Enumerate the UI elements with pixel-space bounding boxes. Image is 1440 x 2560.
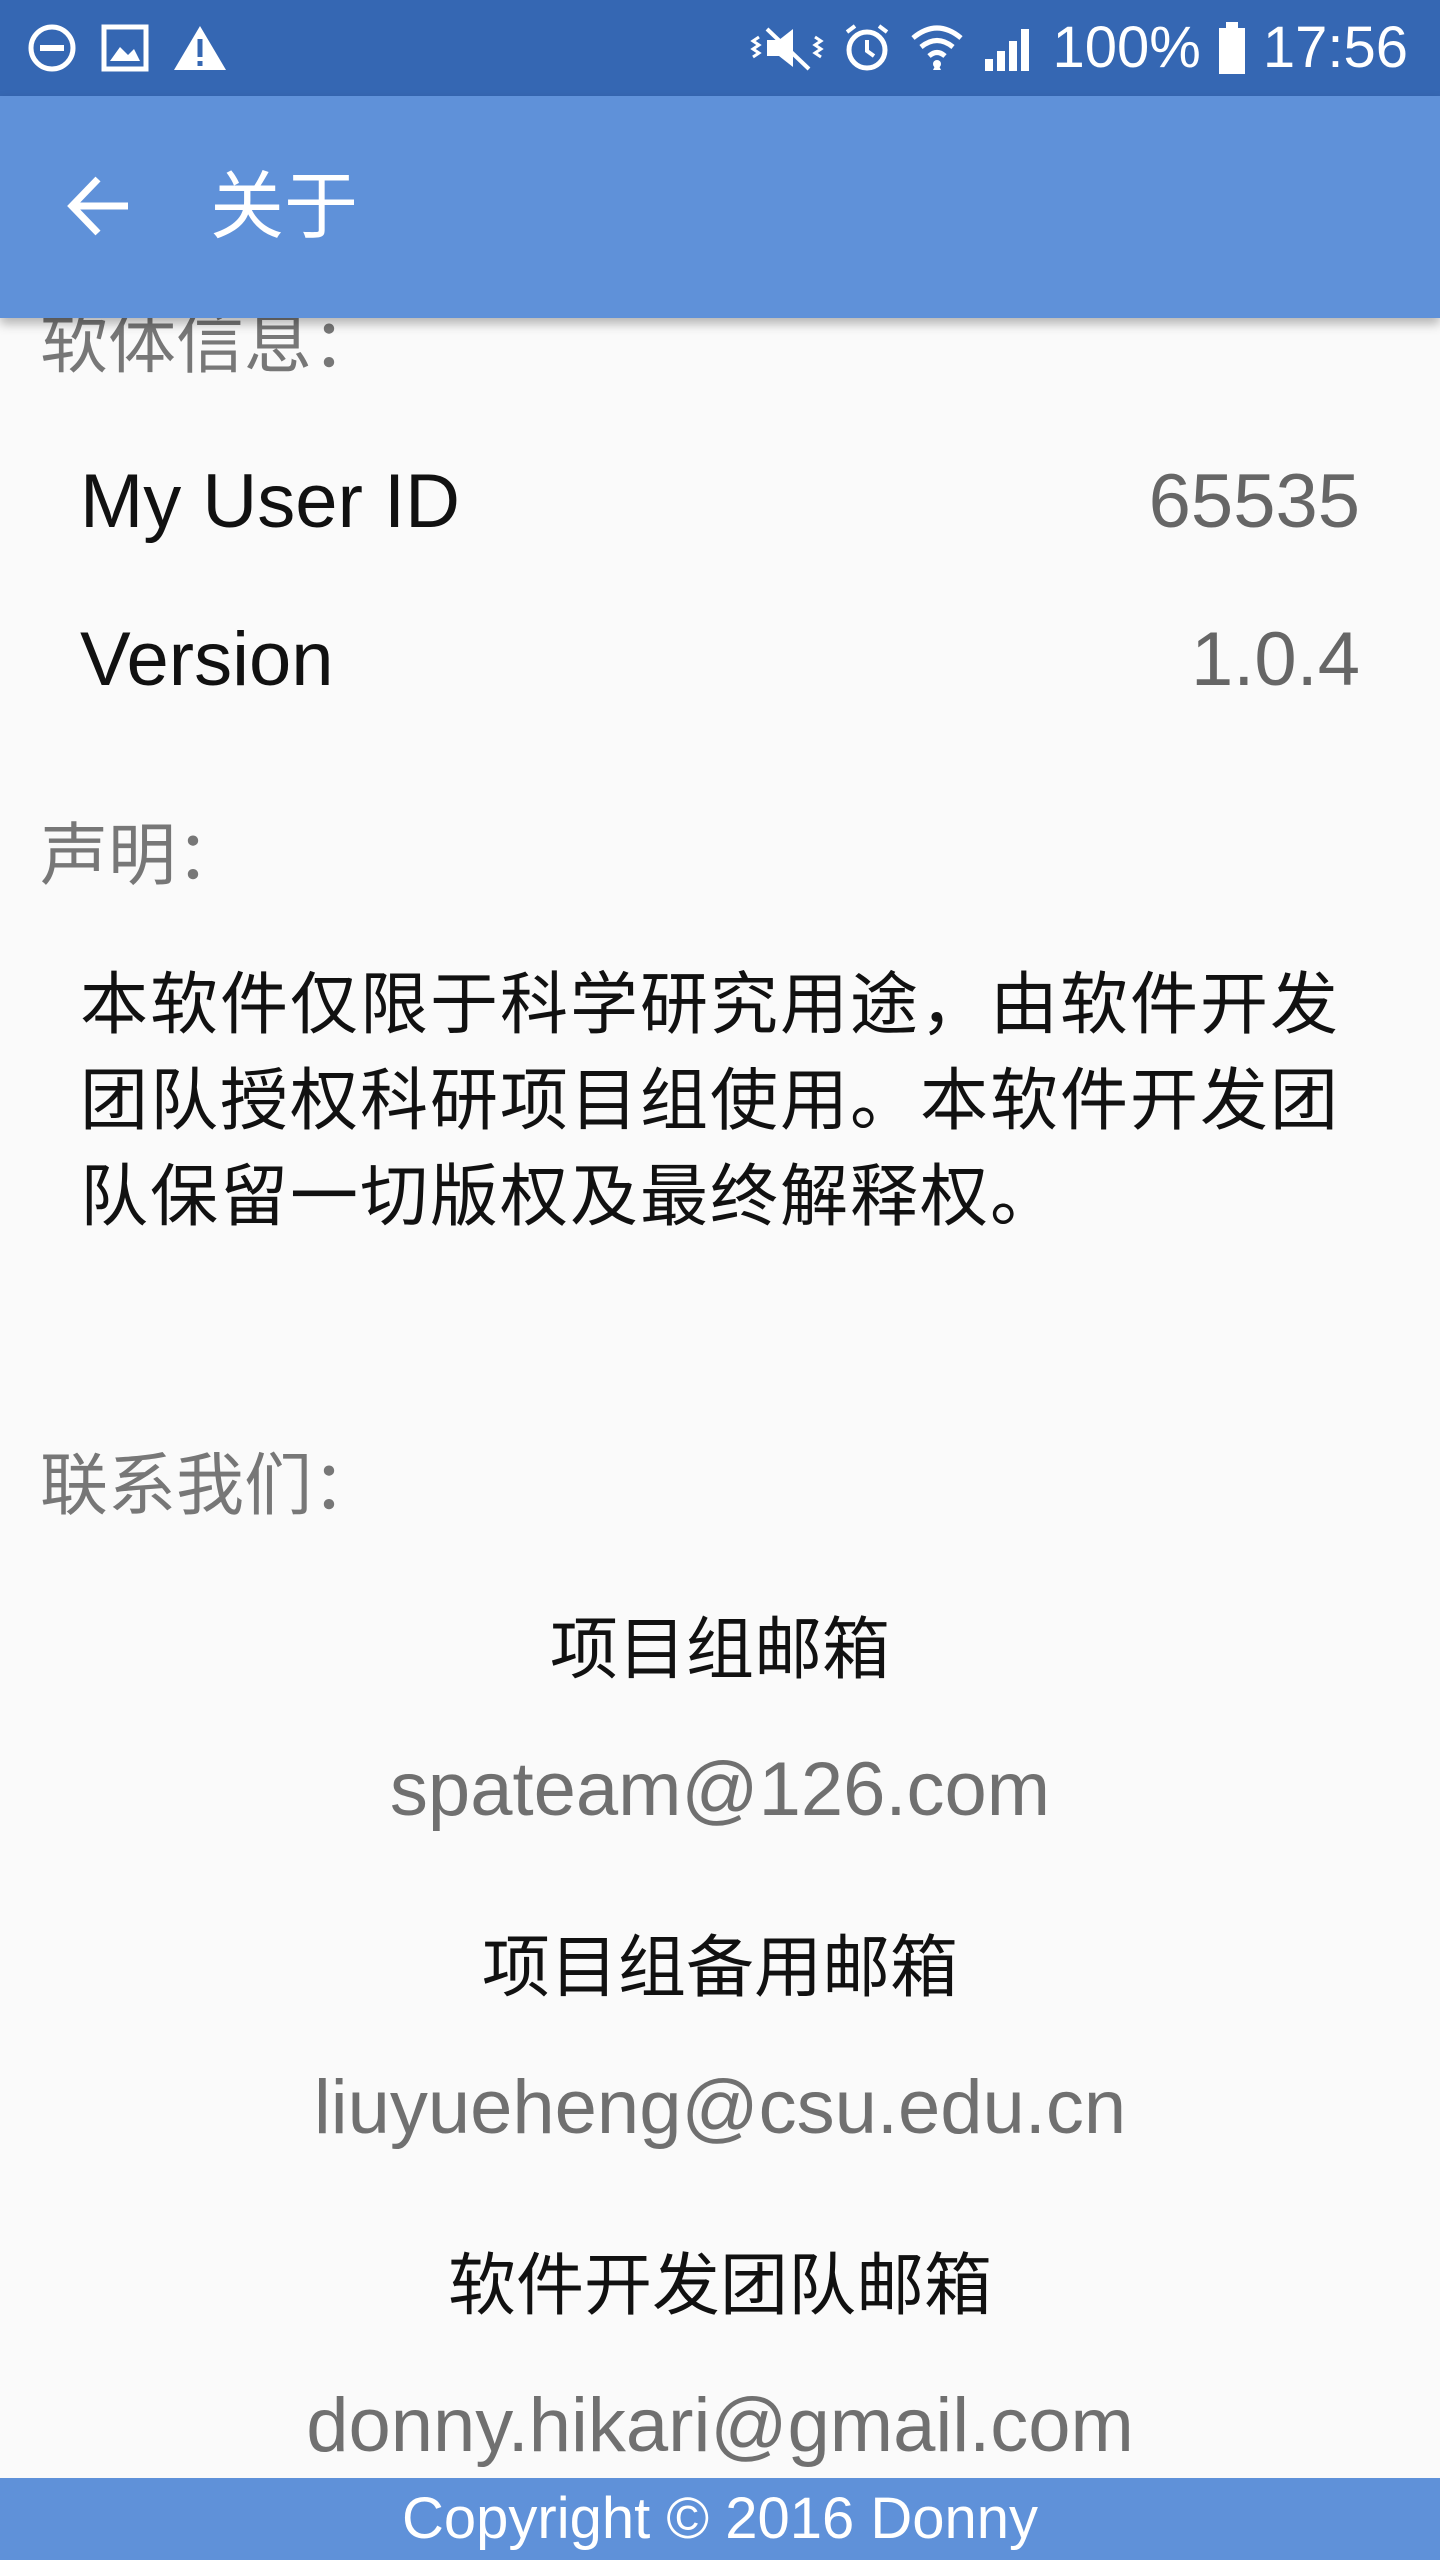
page-title: 关于 bbox=[210, 164, 358, 250]
version-value: 1.0.4 bbox=[1190, 617, 1360, 702]
user-id-row: My User ID 65535 bbox=[80, 458, 1360, 545]
status-bar: 100% 17:56 bbox=[0, 0, 1440, 96]
copyright-footer: Copyright © 2016 Donny bbox=[0, 2478, 1440, 2560]
about-content[interactable]: 软体信息： My User ID 65535 Version 1.0.4 声明：… bbox=[0, 318, 1440, 2478]
contact-email-project[interactable]: spateam@126.com bbox=[0, 1746, 1440, 1833]
version-row: Version 1.0.4 bbox=[80, 616, 1360, 703]
image-icon bbox=[100, 23, 150, 73]
contact-label-project: 项目组邮箱 bbox=[549, 1611, 890, 1690]
software-info-header: 软体信息： bbox=[40, 318, 381, 384]
status-bar-left bbox=[26, 22, 228, 74]
alarm-icon bbox=[841, 22, 893, 74]
contact-header: 联系我们： bbox=[40, 1447, 381, 1526]
user-id-value: 65535 bbox=[1148, 459, 1360, 544]
version-label: Version bbox=[80, 617, 334, 702]
battery-icon bbox=[1217, 20, 1247, 76]
app-bar: 关于 bbox=[0, 96, 1440, 318]
user-id-label: My User ID bbox=[80, 459, 460, 544]
warning-icon bbox=[172, 23, 228, 73]
dnd-icon bbox=[26, 22, 78, 74]
battery-percent: 100% bbox=[1052, 15, 1201, 80]
status-time: 17:56 bbox=[1262, 15, 1408, 80]
back-button[interactable] bbox=[44, 151, 154, 261]
arrow-left-icon bbox=[64, 171, 134, 241]
status-bar-right: 100% 17:56 bbox=[749, 0, 1408, 96]
statement-header: 声明： bbox=[40, 817, 245, 896]
contact-label-dev-team: 软件开发团队邮箱 bbox=[447, 2247, 992, 2326]
contact-email-dev-team[interactable]: donny.hikari@gmail.com bbox=[0, 2382, 1440, 2469]
mute-icon bbox=[749, 23, 825, 73]
wifi-icon bbox=[909, 22, 965, 74]
signal-icon bbox=[981, 23, 1037, 73]
contact-email-backup[interactable]: liuyueheng@csu.edu.cn bbox=[0, 2064, 1440, 2151]
statement-text: 本软件仅限于科学研究用途，由软件开发团队授权科研项目组使用。本软件开发团队保留一… bbox=[80, 966, 1341, 1237]
contact-label-backup: 项目组备用邮箱 bbox=[481, 1929, 958, 2008]
